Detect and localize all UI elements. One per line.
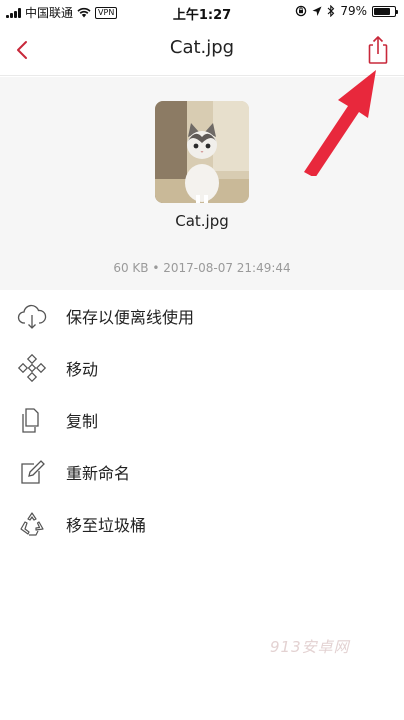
menu-item-rename[interactable]: 重新命名 — [0, 446, 404, 498]
file-meta: 60 KB • 2017-08-07 21:49:44 — [113, 261, 291, 275]
watermark: 913安卓网 — [270, 638, 350, 656]
page-title: Cat.jpg — [169, 37, 235, 58]
status-bar: 中国联通 VPN 上午1:27 79% — [0, 0, 404, 24]
recycle-icon — [20, 512, 44, 536]
battery-percent: 79% — [340, 4, 367, 18]
copy-icon — [22, 408, 39, 433]
image-thumbnail[interactable] — [155, 101, 249, 203]
orientation-lock-icon — [296, 5, 307, 17]
menu-item-label: 重新命名 — [66, 464, 131, 483]
menu-item-copy[interactable]: 复制 — [0, 394, 404, 446]
menu-item-move[interactable]: 移动 — [0, 342, 404, 394]
menu-item-label: 保存以便离线使用 — [66, 308, 195, 327]
menu-item-label: 复制 — [66, 412, 99, 431]
cloud-download-icon — [17, 304, 47, 329]
annotation-arrow-icon — [304, 70, 376, 176]
file-name: Cat.jpg — [175, 212, 229, 230]
rename-icon — [21, 460, 45, 484]
menu-item-label: 移动 — [66, 360, 99, 379]
bluetooth-icon — [327, 5, 335, 17]
status-right: 79% — [295, 4, 398, 18]
cat-photo-image — [155, 101, 249, 203]
menu-item-save-offline[interactable]: 保存以便离线使用 — [0, 290, 404, 342]
battery-fill — [374, 7, 390, 15]
menu-item-trash[interactable]: 移至垃圾桶 — [0, 498, 404, 550]
battery-icon — [372, 5, 398, 17]
location-icon — [312, 6, 322, 16]
menu-item-label: 移至垃圾桶 — [66, 516, 147, 535]
share-icon[interactable] — [364, 34, 392, 66]
action-menu: 保存以便离线使用 移动 复制 重新命名 移至垃圾桶 — [0, 290, 404, 550]
move-icon — [17, 354, 47, 382]
